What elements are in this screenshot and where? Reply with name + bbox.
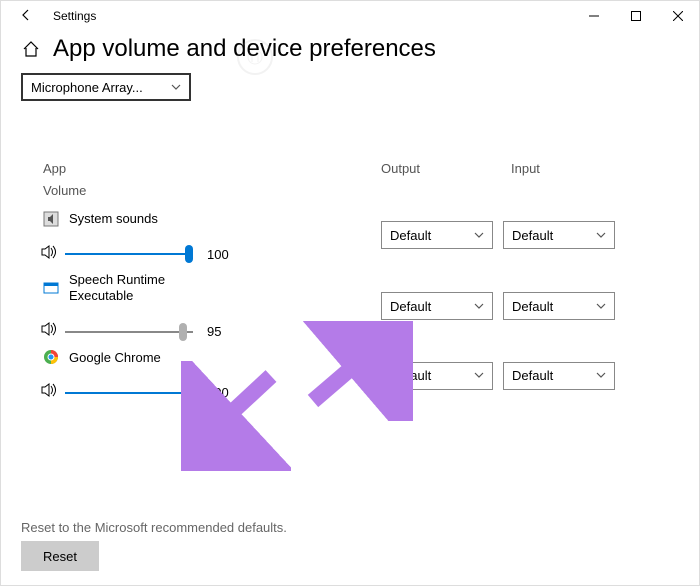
col-subheader-volume: Volume — [43, 183, 679, 198]
volume-value: 95 — [207, 324, 221, 339]
close-button[interactable] — [657, 1, 699, 31]
volume-value: 100 — [207, 385, 229, 400]
dropdown-label: Microphone Array... — [31, 80, 143, 95]
speaker-icon[interactable] — [41, 322, 59, 341]
app-name: System sounds — [69, 211, 158, 226]
volume-slider[interactable] — [65, 384, 193, 402]
input-select[interactable]: Default — [503, 221, 615, 249]
volume-slider[interactable] — [65, 323, 193, 341]
chevron-down-icon — [596, 370, 606, 381]
window-buttons — [573, 1, 699, 31]
col-header-output: Output — [381, 159, 511, 179]
system-sounds-icon — [43, 211, 59, 227]
footer-text: Reset to the Microsoft recommended defau… — [21, 520, 287, 535]
output-select[interactable]: Default — [381, 221, 493, 249]
input-select[interactable]: Default — [503, 292, 615, 320]
chevron-down-icon — [474, 370, 484, 381]
volume-slider[interactable] — [65, 245, 193, 263]
output-select[interactable]: Default — [381, 362, 493, 390]
input-select[interactable]: Default — [503, 362, 615, 390]
select-label: Default — [390, 368, 431, 383]
speaker-icon[interactable] — [41, 245, 59, 264]
select-label: Default — [512, 299, 553, 314]
titlebar: Settings — [1, 1, 699, 31]
output-select[interactable]: Default — [381, 292, 493, 320]
reset-button[interactable]: Reset — [21, 541, 99, 571]
chevron-down-icon — [596, 230, 606, 241]
app-name: Google Chrome — [69, 350, 161, 365]
minimize-button[interactable] — [573, 1, 615, 31]
footer: Reset to the Microsoft recommended defau… — [21, 520, 287, 571]
chevron-down-icon — [474, 230, 484, 241]
select-label: Default — [390, 299, 431, 314]
volume-value: 100 — [207, 247, 229, 262]
select-label: Default — [512, 228, 553, 243]
select-label: Default — [512, 368, 553, 383]
window-title: Settings — [41, 9, 573, 23]
chevron-down-icon — [596, 301, 606, 312]
app-name: Speech Runtime Executable — [69, 272, 199, 305]
back-button[interactable] — [11, 8, 41, 25]
maximize-button[interactable] — [615, 1, 657, 31]
select-label: Default — [390, 228, 431, 243]
speech-runtime-icon — [43, 280, 59, 296]
speaker-icon[interactable] — [41, 383, 59, 402]
microphone-dropdown[interactable]: Microphone Array... — [21, 73, 191, 101]
page-header: App volume and device preferences — [1, 31, 699, 71]
chrome-icon — [43, 349, 59, 365]
column-headers: App Output Input — [43, 159, 679, 179]
col-header-input: Input — [511, 159, 641, 179]
watermark — [237, 39, 275, 75]
content-area: App Output Input Volume System sounds — [1, 101, 699, 402]
app-row-speech-runtime: Speech Runtime Executable 95 Default Def… — [43, 272, 679, 342]
col-header-app: App — [43, 159, 381, 179]
app-row-google-chrome: Google Chrome 100 Default Default — [43, 349, 679, 402]
chevron-down-icon — [171, 82, 181, 93]
chevron-down-icon — [474, 301, 484, 312]
app-row-system-sounds: System sounds 100 Default Default — [43, 211, 679, 264]
home-icon[interactable] — [21, 39, 41, 59]
